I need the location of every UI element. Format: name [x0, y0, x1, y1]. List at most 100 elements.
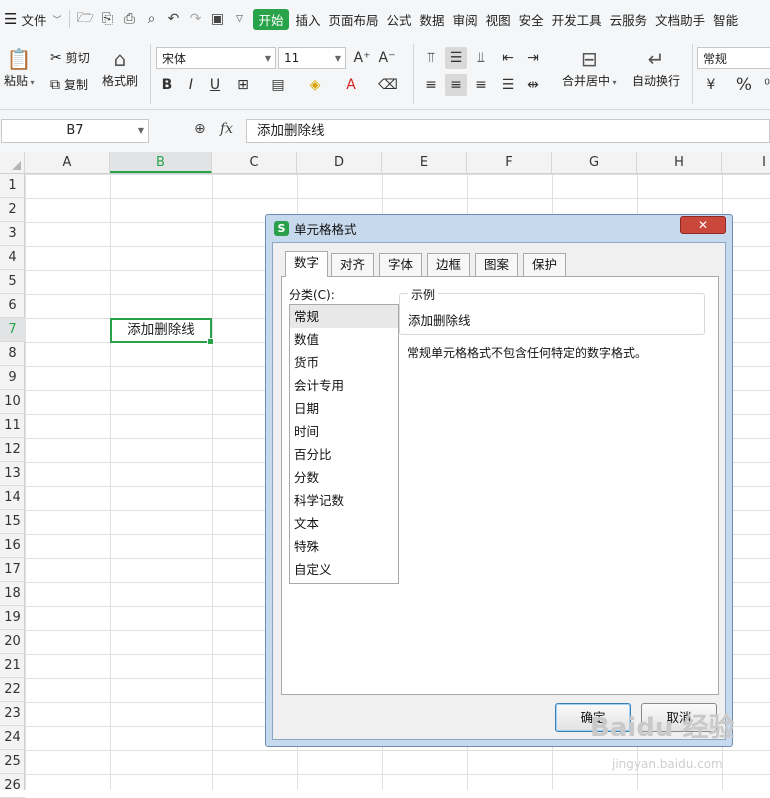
- name-box[interactable]: B7 ▼: [1, 119, 149, 143]
- redo-icon[interactable]: ↷: [184, 0, 206, 38]
- font-color-icon[interactable]: A: [340, 74, 362, 96]
- align-left-icon[interactable]: ≡: [420, 74, 442, 96]
- column-header-g[interactable]: G: [552, 152, 637, 173]
- wrap-text-button[interactable]: ↵ 自动换行: [632, 46, 680, 89]
- tab-formulas[interactable]: 公式: [383, 0, 416, 38]
- select-all-corner[interactable]: [0, 152, 25, 173]
- tab-font[interactable]: 字体: [379, 253, 423, 276]
- category-percentage[interactable]: 百分比: [290, 443, 398, 466]
- tab-pattern[interactable]: 图案: [475, 253, 519, 276]
- row-header-17[interactable]: 17: [0, 558, 25, 582]
- row-header-23[interactable]: 23: [0, 702, 25, 726]
- print-preview-icon[interactable]: ⌕: [140, 0, 162, 38]
- font-size-select[interactable]: 11 ▼: [278, 47, 346, 69]
- column-header-b[interactable]: B: [110, 152, 212, 173]
- row-header-8[interactable]: 8: [0, 342, 25, 366]
- align-middle-icon[interactable]: ☰: [445, 47, 467, 69]
- column-header-d[interactable]: D: [297, 152, 382, 173]
- merge-center-button[interactable]: ⊟ 合并居中 ▾: [562, 46, 617, 89]
- border-icon[interactable]: ⊞: [232, 74, 254, 96]
- cloud-save-icon[interactable]: ⎘: [96, 0, 118, 38]
- align-top-icon[interactable]: ⫪: [420, 47, 442, 69]
- align-bottom-icon[interactable]: ⫫: [470, 47, 492, 69]
- row-header-18[interactable]: 18: [0, 582, 25, 606]
- close-button[interactable]: ✕: [680, 216, 726, 234]
- row-header-20[interactable]: 20: [0, 630, 25, 654]
- row-header-24[interactable]: 24: [0, 726, 25, 750]
- column-header-i[interactable]: I: [722, 152, 770, 173]
- increase-indent-icon[interactable]: ⇥: [522, 47, 544, 69]
- file-menu[interactable]: ☰ 文件 ﹀: [0, 0, 65, 38]
- bold-icon[interactable]: B: [156, 74, 178, 96]
- cut-button[interactable]: ✂ 剪切: [50, 49, 90, 66]
- category-text[interactable]: 文本: [290, 512, 398, 535]
- row-header-15[interactable]: 15: [0, 510, 25, 534]
- tab-alignment[interactable]: 对齐: [331, 253, 375, 276]
- tab-home[interactable]: 开始: [253, 8, 289, 30]
- clear-format-icon[interactable]: ⌫: [377, 74, 399, 96]
- row-header-25[interactable]: 25: [0, 750, 25, 774]
- fill-color-icon[interactable]: ◈: [304, 74, 326, 96]
- underline-icon[interactable]: U: [204, 74, 226, 96]
- row-header-16[interactable]: 16: [0, 534, 25, 558]
- tab-page-layout[interactable]: 页面布局: [325, 0, 383, 38]
- column-header-e[interactable]: E: [382, 152, 467, 173]
- row-header-3[interactable]: 3: [0, 222, 25, 246]
- row-header-7[interactable]: 7: [0, 318, 25, 342]
- category-custom[interactable]: 自定义: [290, 558, 398, 581]
- align-center-icon[interactable]: ≡: [445, 74, 467, 96]
- tab-doc-assistant[interactable]: 文档助手: [651, 0, 709, 38]
- tab-cloud[interactable]: 云服务: [606, 0, 652, 38]
- percent-icon[interactable]: %: [733, 74, 755, 96]
- currency-icon[interactable]: ¥: [700, 74, 722, 96]
- row-header-13[interactable]: 13: [0, 462, 25, 486]
- row-header-19[interactable]: 19: [0, 606, 25, 630]
- column-header-c[interactable]: C: [212, 152, 297, 173]
- category-time[interactable]: 时间: [290, 420, 398, 443]
- category-special[interactable]: 特殊: [290, 535, 398, 558]
- tab-smart[interactable]: 智能: [709, 0, 742, 38]
- category-list[interactable]: 常规 数值 货币 会计专用 日期 时间 百分比 分数 科学记数 文本 特殊 自定…: [289, 304, 399, 584]
- column-header-a[interactable]: A: [25, 152, 110, 173]
- category-scientific[interactable]: 科学记数: [290, 489, 398, 512]
- row-header-2[interactable]: 2: [0, 198, 25, 222]
- category-general[interactable]: 常规: [290, 305, 398, 328]
- save-icon[interactable]: ▣: [206, 0, 228, 38]
- tab-review[interactable]: 审阅: [449, 0, 482, 38]
- active-cell-b7[interactable]: 添加删除线: [110, 318, 214, 345]
- row-header-12[interactable]: 12: [0, 438, 25, 462]
- category-number[interactable]: 数值: [290, 328, 398, 351]
- column-header-h[interactable]: H: [637, 152, 722, 173]
- thousands-separator-icon[interactable]: ⁰: [756, 74, 770, 96]
- dialog-title-bar[interactable]: S 单元格格式: [266, 215, 732, 242]
- category-accounting[interactable]: 会计专用: [290, 374, 398, 397]
- category-date[interactable]: 日期: [290, 397, 398, 420]
- row-header-26[interactable]: 26: [0, 774, 25, 798]
- row-header-10[interactable]: 10: [0, 390, 25, 414]
- category-fraction[interactable]: 分数: [290, 466, 398, 489]
- row-header-14[interactable]: 14: [0, 486, 25, 510]
- column-header-f[interactable]: F: [467, 152, 552, 173]
- function-icon[interactable]: fx: [220, 121, 233, 137]
- distributed-align-icon[interactable]: ⇹: [522, 74, 544, 96]
- tab-security[interactable]: 安全: [515, 0, 548, 38]
- tab-data[interactable]: 数据: [416, 0, 449, 38]
- undo-icon[interactable]: ↶: [162, 0, 184, 38]
- tab-insert[interactable]: 插入: [292, 0, 325, 38]
- row-header-11[interactable]: 11: [0, 414, 25, 438]
- align-right-icon[interactable]: ≡: [470, 74, 492, 96]
- format-painter-button[interactable]: ⌂ 格式刷: [102, 46, 138, 89]
- zoom-lookup-icon[interactable]: ⊕: [194, 121, 206, 137]
- open-folder-icon[interactable]: 🗁: [74, 0, 96, 38]
- number-format-select[interactable]: 常规: [697, 47, 770, 69]
- tab-protection[interactable]: 保护: [523, 253, 567, 276]
- category-currency[interactable]: 货币: [290, 351, 398, 374]
- italic-icon[interactable]: I: [180, 74, 202, 96]
- row-header-21[interactable]: 21: [0, 654, 25, 678]
- row-header-4[interactable]: 4: [0, 246, 25, 270]
- quick-access-more-icon[interactable]: ▽: [228, 0, 250, 38]
- decrease-indent-icon[interactable]: ⇤: [497, 47, 519, 69]
- tab-developer[interactable]: 开发工具: [548, 0, 606, 38]
- row-header-9[interactable]: 9: [0, 366, 25, 390]
- fill-pattern-icon[interactable]: ▤: [267, 74, 289, 96]
